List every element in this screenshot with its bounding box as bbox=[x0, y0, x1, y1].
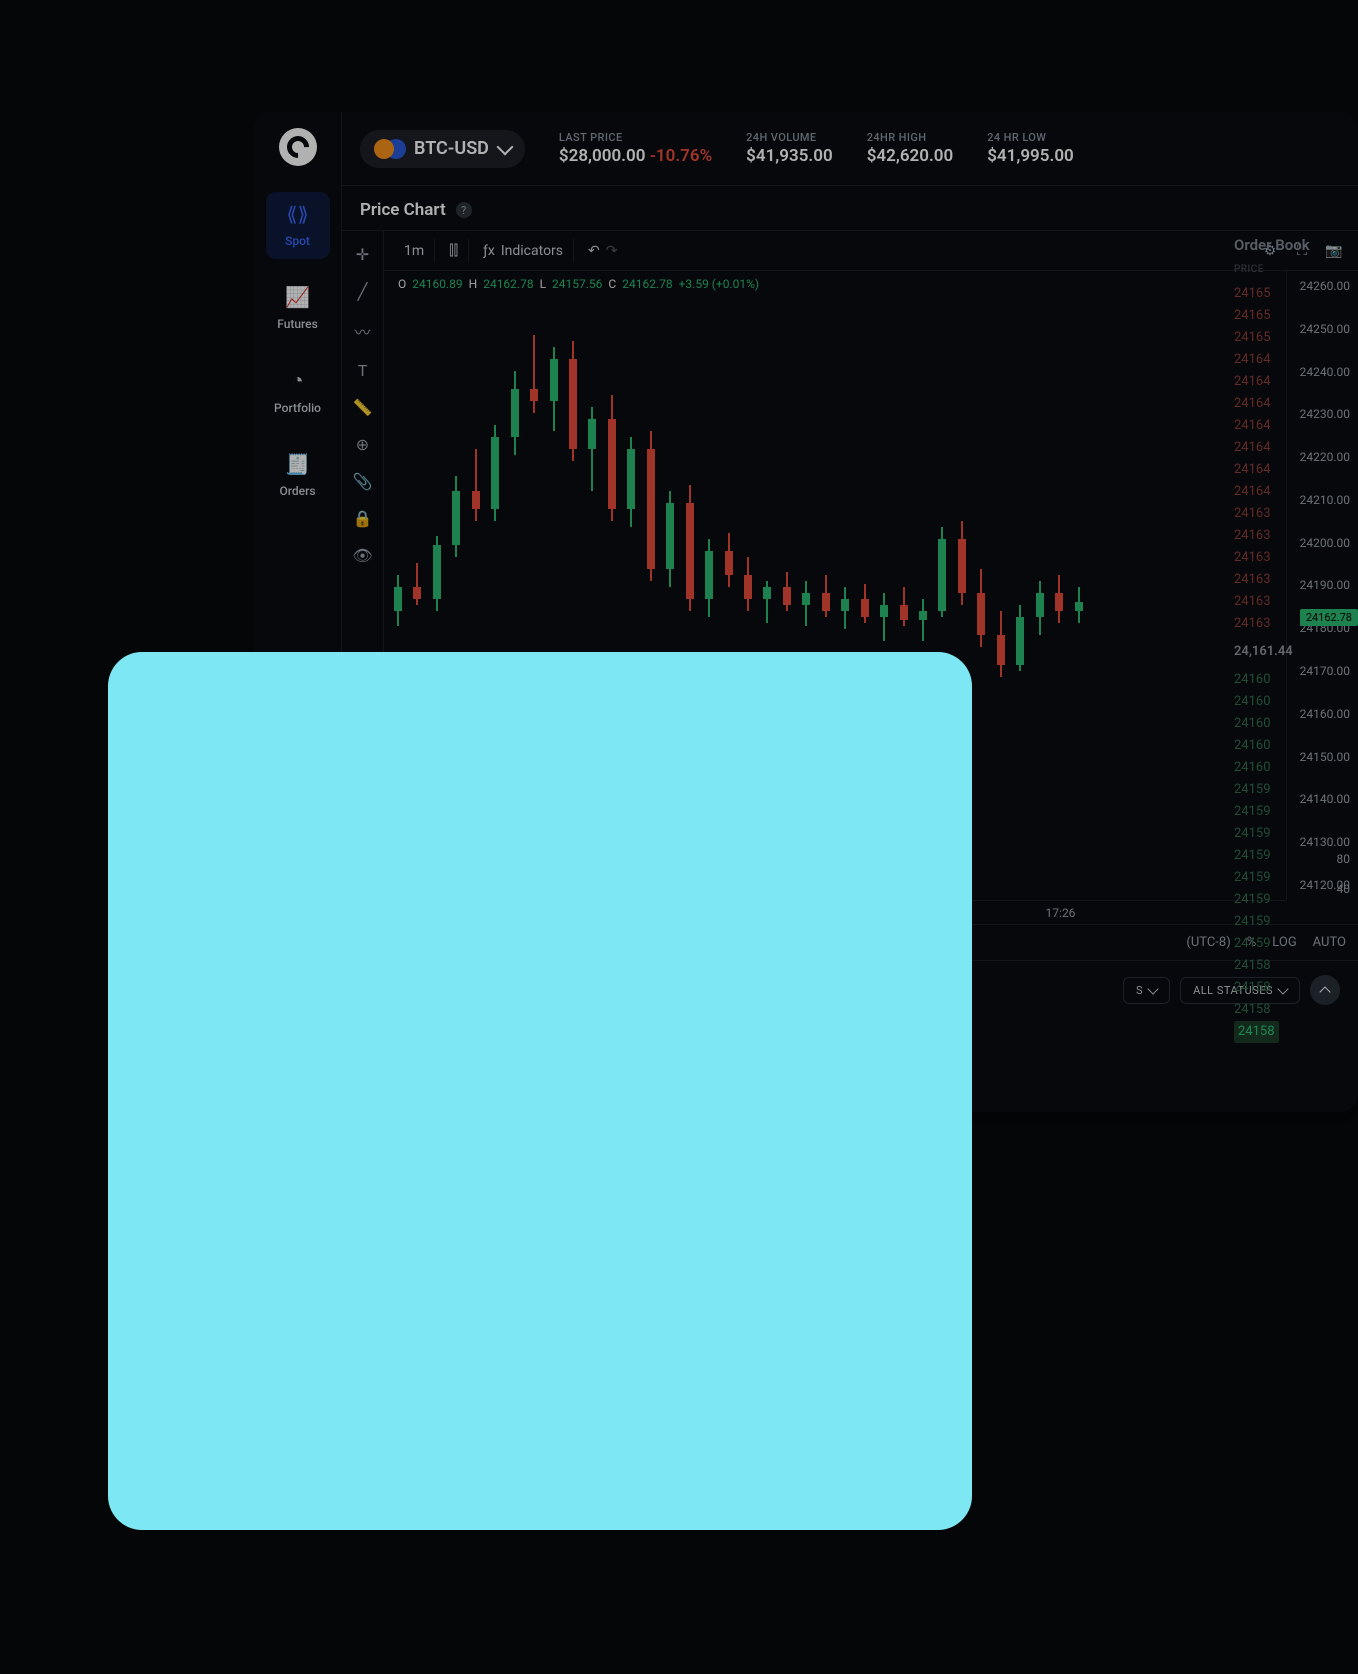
stat-24h-low: 24 HR LOW $41,995.00 bbox=[987, 131, 1074, 166]
orderbook-ask-row[interactable]: 24164 bbox=[1234, 371, 1358, 393]
orderbook-ask-row[interactable]: 24163 bbox=[1234, 613, 1358, 635]
orderbook-bid-row[interactable]: 24159 bbox=[1234, 845, 1358, 867]
redo-icon[interactable]: ↷ bbox=[606, 243, 618, 259]
chevron-down-icon bbox=[496, 138, 513, 155]
orderbook-ask-row[interactable]: 24163 bbox=[1234, 591, 1358, 613]
orderbook-bid-row[interactable]: 24158 bbox=[1234, 955, 1358, 977]
chart-panel-header: Price Chart ? bbox=[342, 186, 1358, 230]
eye-icon[interactable]: 👁 bbox=[352, 546, 372, 565]
trendline-icon[interactable]: ╱ bbox=[358, 282, 368, 301]
timezone[interactable]: (UTC-8) bbox=[1186, 935, 1230, 950]
orderbook-mid-price: 24,161.44 bbox=[1234, 635, 1358, 669]
orderbook-bid-row[interactable]: 24159 bbox=[1234, 801, 1358, 823]
ruler-icon[interactable]: 📏 bbox=[353, 398, 373, 417]
chevron-down-icon bbox=[1147, 983, 1158, 994]
floating-card[interactable] bbox=[108, 652, 972, 1530]
nav-icon: 🧾 bbox=[266, 452, 330, 476]
markets-filter[interactable]: S bbox=[1123, 977, 1170, 1004]
text-icon[interactable]: T bbox=[358, 361, 368, 380]
pin-icon[interactable]: 📎 bbox=[353, 472, 373, 491]
orderbook-ask-row[interactable]: 24163 bbox=[1234, 569, 1358, 591]
orderbook-ask-row[interactable]: 24164 bbox=[1234, 393, 1358, 415]
zoom-icon[interactable]: ⊕ bbox=[356, 435, 369, 454]
orderbook-bid-row[interactable]: 24160 bbox=[1234, 691, 1358, 713]
orderbook-bid-row[interactable]: 24159 bbox=[1234, 779, 1358, 801]
nav-label: Spot bbox=[285, 234, 310, 248]
orderbook-bid-row[interactable]: 24159 bbox=[1234, 867, 1358, 889]
orderbook-ask-row[interactable]: 24163 bbox=[1234, 547, 1358, 569]
lock-icon[interactable]: 🔒 bbox=[353, 509, 373, 528]
pair-selector[interactable]: BTC-USD bbox=[360, 130, 525, 168]
pair-icons bbox=[374, 138, 404, 160]
stat-label: LAST PRICE bbox=[559, 131, 712, 144]
orderbook-ask-row[interactable]: 24164 bbox=[1234, 349, 1358, 371]
orderbook-ask-row[interactable]: 24165 bbox=[1234, 305, 1358, 327]
help-icon[interactable]: ? bbox=[456, 202, 472, 218]
nav-label: Portfolio bbox=[274, 401, 321, 415]
orderbook-header: PRICE bbox=[1234, 264, 1358, 275]
orderbook-title: Order Book bbox=[1234, 236, 1358, 254]
orderbook-ask-row[interactable]: 24164 bbox=[1234, 415, 1358, 437]
brand-logo[interactable] bbox=[279, 128, 317, 166]
orderbook-bid-row[interactable]: 24159 bbox=[1234, 823, 1358, 845]
indicators-button[interactable]: ƒxIndicators bbox=[473, 239, 574, 263]
orderbook-bid-row[interactable]: 24160 bbox=[1234, 713, 1358, 735]
nav-item-spot[interactable]: ⟪⟫ Spot bbox=[266, 192, 330, 259]
orderbook-bid-row[interactable]: 24160 bbox=[1234, 669, 1358, 691]
orderbook-bid-row[interactable]: 24158 bbox=[1234, 977, 1358, 999]
orderbook-ask-row[interactable]: 24164 bbox=[1234, 459, 1358, 481]
orderbook-bid-row[interactable]: 24160 bbox=[1234, 735, 1358, 757]
orderbook-bid-row[interactable]: 24159 bbox=[1234, 933, 1358, 955]
orderbook-bid-row[interactable]: 24160 bbox=[1234, 757, 1358, 779]
undo-redo-group: ↶ ↷ bbox=[578, 239, 627, 263]
nav-label: Futures bbox=[277, 317, 318, 331]
x-tick: 17:26 bbox=[1046, 906, 1076, 920]
interval-button[interactable]: 1m bbox=[394, 239, 435, 263]
order-book-panel: Order Book PRICE 24165241652416524164241… bbox=[1234, 112, 1358, 1043]
price-change: -10.76% bbox=[650, 146, 712, 166]
top-bar: BTC-USD LAST PRICE $28,000.00 -10.76% 24… bbox=[342, 112, 1358, 186]
stat-value: $28,000.00 -10.76% bbox=[559, 146, 712, 166]
pair-name: BTC-USD bbox=[414, 138, 489, 159]
fx-icon: ƒx bbox=[483, 243, 495, 259]
candles-icon: ⫿⫿ bbox=[449, 243, 458, 259]
stat-last-price: LAST PRICE $28,000.00 -10.76% bbox=[559, 131, 712, 166]
chart-toolbar: 1m ⫿⫿ ƒxIndicators ↶ ↷ ⚙ ⛶ 📷 bbox=[384, 231, 1358, 271]
orderbook-ask-row[interactable]: 24165 bbox=[1234, 283, 1358, 305]
orderbook-ask-row[interactable]: 24164 bbox=[1234, 437, 1358, 459]
orderbook-current: 24158 bbox=[1234, 1021, 1279, 1043]
undo-icon[interactable]: ↶ bbox=[588, 243, 600, 259]
orderbook-bid-row[interactable]: 24159 bbox=[1234, 911, 1358, 933]
nav-item-futures[interactable]: 📈 Futures bbox=[266, 275, 330, 342]
nav-icon: ⟪⟫ bbox=[266, 202, 330, 226]
orderbook-ask-row[interactable]: 24165 bbox=[1234, 327, 1358, 349]
orderbook-ask-row[interactable]: 24164 bbox=[1234, 481, 1358, 503]
nav-icon: 📈 bbox=[266, 285, 330, 309]
orderbook-bid-row[interactable]: 24158 bbox=[1234, 999, 1358, 1021]
crosshair-icon[interactable]: ✛ bbox=[356, 245, 369, 264]
orderbook-ask-row[interactable]: 24163 bbox=[1234, 503, 1358, 525]
stat-24h-high: 24HR HIGH $42,620.00 bbox=[867, 131, 954, 166]
brush-icon[interactable]: 〰 bbox=[354, 319, 370, 343]
orderbook-bid-row[interactable]: 24159 bbox=[1234, 889, 1358, 911]
stat-24h-volume: 24H VOLUME $41,935.00 bbox=[746, 131, 833, 166]
orderbook-ask-row[interactable]: 24163 bbox=[1234, 525, 1358, 547]
nav-label: Orders bbox=[279, 484, 315, 498]
nav-item-orders[interactable]: 🧾 Orders bbox=[266, 442, 330, 509]
panel-title: Price Chart bbox=[360, 200, 446, 220]
nav-icon: ◔ bbox=[266, 368, 330, 393]
chart-type-button[interactable]: ⫿⫿ bbox=[439, 239, 469, 263]
nav-item-portfolio[interactable]: ◔ Portfolio bbox=[266, 358, 330, 426]
